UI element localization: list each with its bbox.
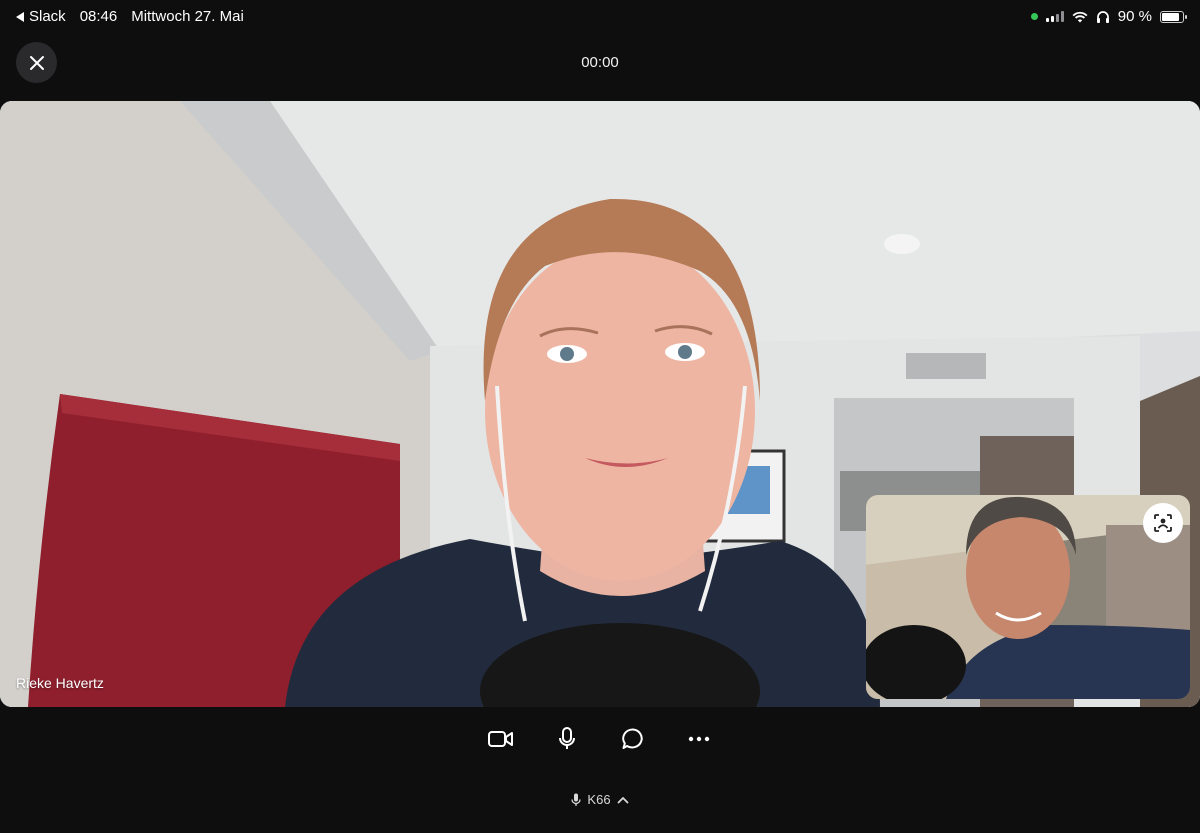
privacy-indicator-dot	[1030, 13, 1038, 20]
cellular-signal-icon	[1045, 11, 1064, 22]
headphones-icon	[1096, 11, 1109, 23]
back-to-app-link[interactable]: Slack	[16, 8, 66, 25]
camera-toggle-button[interactable]	[482, 720, 520, 758]
battery-percentage: 90 %	[1117, 8, 1152, 25]
self-view-video[interactable]	[866, 495, 1190, 699]
more-icon	[688, 736, 710, 742]
back-arrow-icon	[16, 11, 24, 22]
camera-icon	[488, 731, 513, 747]
microphone-small-icon	[571, 793, 582, 806]
status-time: 08:46	[79, 8, 118, 25]
wifi-icon	[1072, 11, 1088, 22]
back-app-label: Slack	[29, 8, 66, 25]
call-controls	[0, 720, 1200, 760]
battery-icon	[1160, 10, 1187, 23]
switch-camera-button[interactable]	[1143, 503, 1183, 543]
more-options-button[interactable]	[680, 720, 718, 758]
microphone-icon	[559, 727, 575, 749]
caller-name: Rieke Havertz	[16, 675, 104, 691]
chat-icon	[622, 728, 643, 749]
audio-device-label: K66	[587, 792, 611, 807]
status-bar: Slack 08:46 Mittwoch 27. Mai 90 %	[0, 0, 1200, 34]
microphone-toggle-button[interactable]	[548, 720, 586, 758]
chat-button[interactable]	[614, 720, 652, 758]
status-date: Mittwoch 27. Mai	[131, 8, 244, 25]
call-timer: 00:00	[581, 54, 619, 71]
chevron-up-icon	[617, 796, 628, 803]
switch-camera-icon	[1154, 514, 1172, 532]
audio-device-selector[interactable]: K66	[0, 792, 1200, 807]
